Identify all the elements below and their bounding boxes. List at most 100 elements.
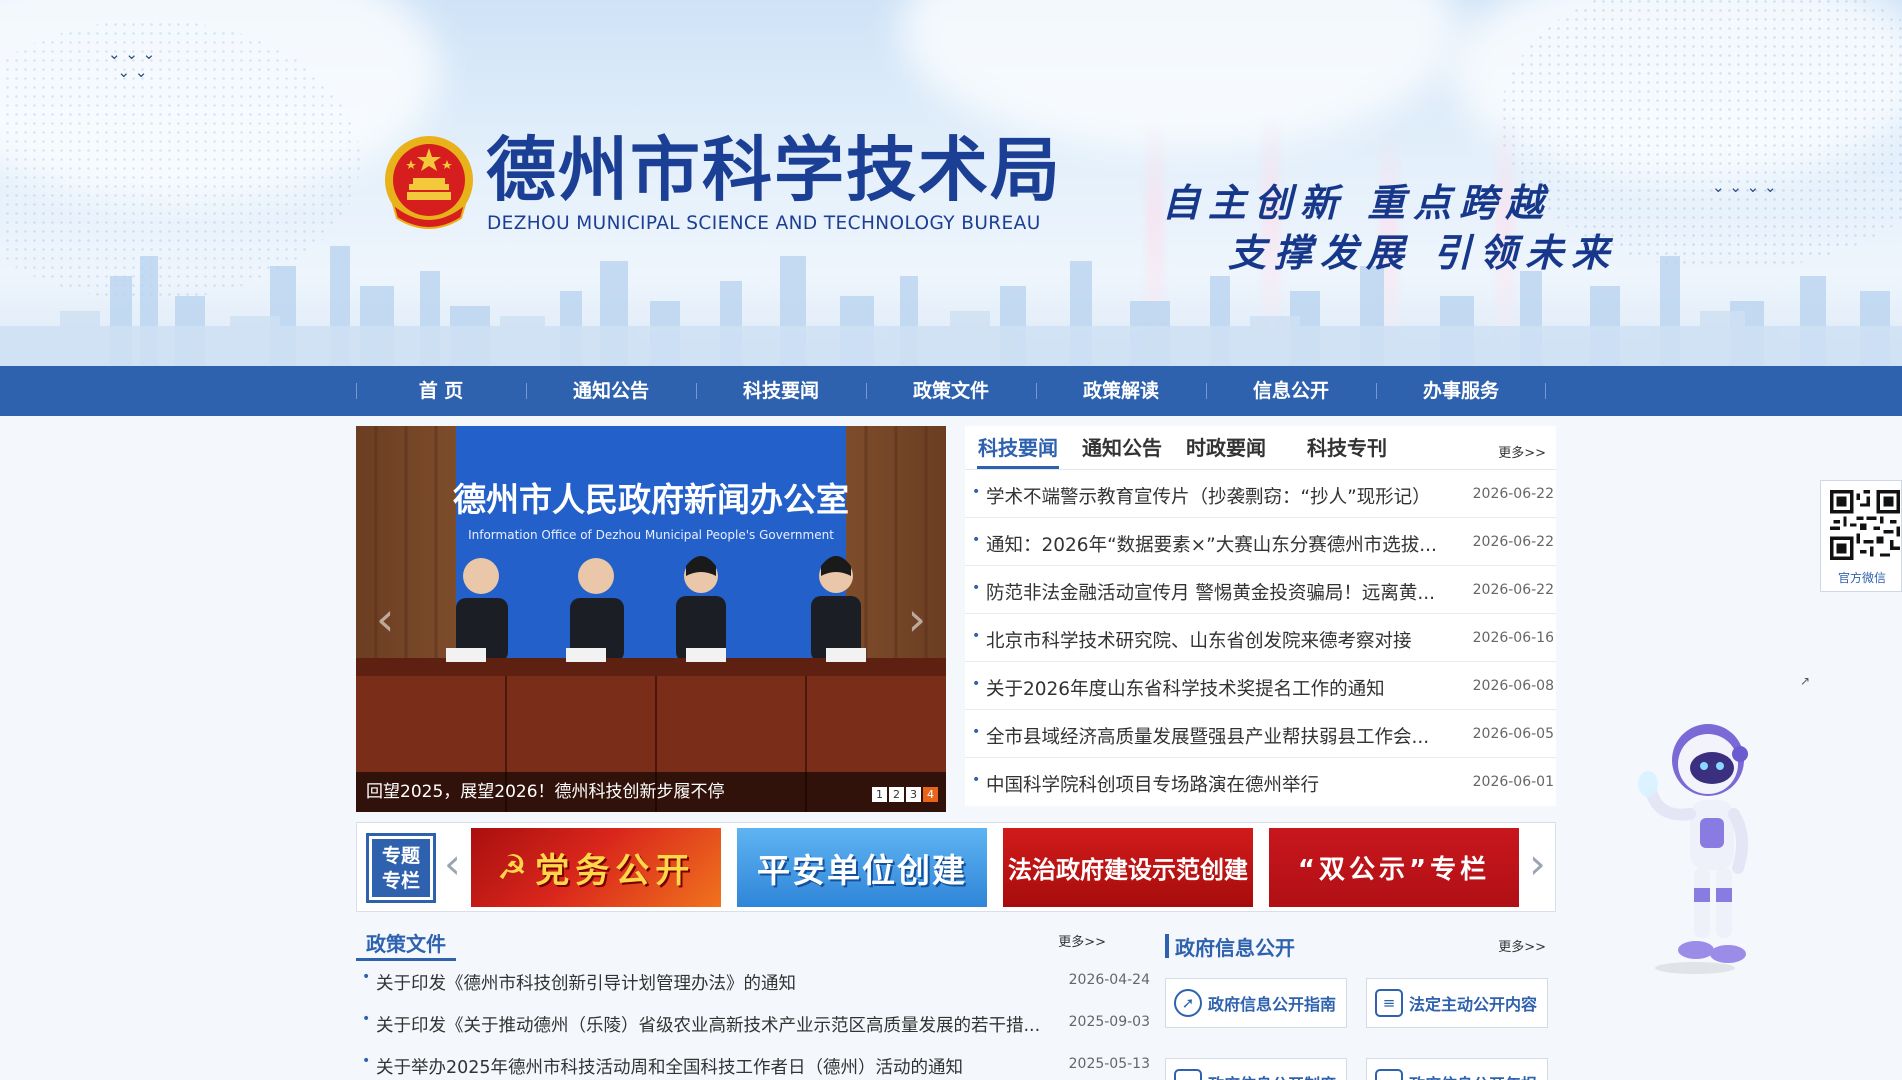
- wechat-qr-float[interactable]: 官方微信: [1820, 480, 1902, 592]
- carousel-page-4[interactable]: 4: [923, 787, 938, 802]
- gov-info-title-bar: [1165, 934, 1169, 958]
- news-date: 2026-06-22: [1472, 582, 1554, 598]
- rule-of-law-label: 法治政府建设示范创建: [1008, 856, 1248, 884]
- bullet: •: [362, 1053, 371, 1069]
- party-affairs-banner[interactable]: ☭ 党务公开: [471, 828, 721, 907]
- gov-info-more-link[interactable]: 更多>>: [1498, 936, 1546, 955]
- news-tabs: 科技要闻 通知公告 时政要闻 科技专刊 更多>>: [965, 426, 1556, 470]
- statutory-disclosure-label: 法定主动公开内容: [1409, 995, 1538, 1014]
- policy-more-link[interactable]: 更多>>: [1058, 931, 1106, 950]
- gov-info-annual-report-button[interactable]: ≡ 政府信息公开年报: [1366, 1058, 1548, 1080]
- news-date: 2026-06-22: [1472, 534, 1554, 550]
- rule-of-law-banner[interactable]: 法治政府建设示范创建: [1003, 828, 1253, 907]
- policy-row[interactable]: • 关于印发《关于推动德州（乐陵）省级农业高新技术产业示范区高质量发展的若干措.…: [356, 1002, 1150, 1044]
- compass-icon: ➚: [1174, 989, 1202, 1017]
- nav-item-policy-interpretation[interactable]: 政策解读: [1036, 366, 1206, 416]
- news-row[interactable]: • 学术不端警示教育宣传片（抄袭剽窃：“抄人”现形记） 2026-06-22: [965, 470, 1556, 518]
- feature-next-arrow[interactable]: ›: [1529, 841, 1546, 887]
- report-icon: ≡: [1375, 1069, 1403, 1080]
- tab-tech-journal[interactable]: 科技专刊: [1307, 432, 1387, 461]
- news-title[interactable]: 学术不端警示教育宣传片（抄袭剽窃：“抄人”现形记）: [986, 483, 1474, 509]
- policy-row[interactable]: • 关于印发《德州市科技创新引导计划管理办法》的通知 2026-04-24: [356, 960, 1150, 1002]
- bullet: •: [972, 484, 981, 500]
- tab-notices[interactable]: 通知公告: [1082, 432, 1162, 461]
- photo-banner-subtitle: Information Office of Dezhou Municipal P…: [468, 528, 834, 542]
- policy-title[interactable]: 关于举办2025年德州市科技活动周和全国科技工作者日（德州）活动的通知: [376, 1054, 1076, 1079]
- feature-prev-arrow[interactable]: ‹: [444, 841, 461, 887]
- news-row[interactable]: • 中国科学院科创项目专场路演在德州举行 2026-06-01: [965, 758, 1556, 806]
- policy-date: 2025-05-13: [1068, 1056, 1150, 1072]
- nav-item-notices[interactable]: 通知公告: [526, 366, 696, 416]
- bullet: •: [972, 676, 981, 692]
- news-more-link[interactable]: 更多>>: [1498, 442, 1546, 461]
- gov-info-system-button[interactable]: ≡ 政府信息公开制度: [1165, 1058, 1347, 1080]
- gov-info-title: 政府信息公开: [1175, 936, 1295, 960]
- photo-banner-title: 德州市人民政府新闻办公室: [453, 480, 849, 519]
- bullet: •: [972, 580, 981, 596]
- statutory-disclosure-button[interactable]: ≡ 法定主动公开内容: [1366, 978, 1548, 1028]
- news-title[interactable]: 中国科学院科创项目专场路演在德州举行: [986, 771, 1474, 797]
- gov-info-guide-button[interactable]: ➚ 政府信息公开指南: [1165, 978, 1347, 1028]
- bullet: •: [972, 724, 981, 740]
- press-conference-photo: 德州市人民政府新闻办公室 Information Office of Dezho…: [356, 426, 946, 812]
- news-panel: 科技要闻 通知公告 时政要闻 科技专刊 更多>> • 学术不端警示教育宣传片（抄…: [965, 426, 1556, 806]
- news-row[interactable]: • 全市县域经济高质量发展暨强县产业帮扶弱县工作会... 2026-06-05: [965, 710, 1556, 758]
- special-topics-label-line1: 专题: [381, 845, 420, 867]
- nav-item-info-disclosure[interactable]: 信息公开: [1206, 366, 1376, 416]
- slogan-line-1: 自主创新 重点跨越: [1162, 180, 1552, 225]
- gov-info-annual-report-label: 政府信息公开年报: [1409, 1071, 1537, 1080]
- carousel-pagination: 1 2 3 4: [872, 787, 938, 802]
- policy-title[interactable]: 关于印发《关于推动德州（乐陵）省级农业高新技术产业示范区高质量发展的若干措...: [376, 1012, 1076, 1037]
- bullet: •: [972, 628, 981, 644]
- carousel-caption[interactable]: 回望2025，展望2026！德州科技创新步履不停: [356, 772, 946, 812]
- news-carousel[interactable]: 德州市人民政府新闻办公室 Information Office of Dezho…: [356, 426, 946, 812]
- policy-date: 2025-09-03: [1068, 1014, 1150, 1030]
- carousel-next-arrow[interactable]: ›: [908, 596, 926, 642]
- tab-tech-news[interactable]: 科技要闻: [978, 432, 1058, 461]
- news-date: 2026-06-05: [1472, 726, 1554, 742]
- news-date: 2026-06-08: [1472, 678, 1554, 694]
- bullet: •: [972, 772, 981, 788]
- nav-item-policy-docs[interactable]: 政策文件: [866, 366, 1036, 416]
- slogan-line-2: 支撑发展 引领未来: [1228, 230, 1618, 275]
- tab-political-news[interactable]: 时政要闻: [1186, 432, 1266, 461]
- carousel-page-1[interactable]: 1: [872, 787, 887, 802]
- special-topics-strip: 专题 专栏 ‹ ☭ 党务公开 平安单位创建 法治政府建设示范创建 “双公示”专栏…: [356, 822, 1556, 912]
- policy-section-title: 政策文件: [366, 932, 446, 956]
- news-row[interactable]: • 防范非法金融活动宣传月 警惕黄金投资骗局！远离黄... 2026-06-22: [965, 566, 1556, 614]
- policy-title[interactable]: 关于印发《德州市科技创新引导计划管理办法》的通知: [376, 970, 1076, 995]
- gov-info-section: 政府信息公开 更多>> ➚ 政府信息公开指南 ≡ 法定主动公开内容 ≡ 政府信息…: [1165, 922, 1556, 1080]
- news-row[interactable]: • 关于2026年度山东省科学技术奖提名工作的通知 2026-06-08: [965, 662, 1556, 710]
- birds-decoration-left: ⌄ ⌄ ⌄ ⌄ ⌄: [108, 45, 156, 81]
- robot-assistant-icon[interactable]: [1630, 718, 1760, 976]
- news-date: 2026-06-16: [1472, 630, 1554, 646]
- news-row[interactable]: • 北京市科学技术研究院、山东省创发院来德考察对接 2026-06-16: [965, 614, 1556, 662]
- carousel-page-3[interactable]: 3: [906, 787, 921, 802]
- site-subtitle: DEZHOU MUNICIPAL SCIENCE AND TECHNOLOGY …: [487, 213, 1041, 234]
- news-title[interactable]: 关于2026年度山东省科学技术奖提名工作的通知: [986, 675, 1474, 701]
- safe-unit-banner[interactable]: 平安单位创建: [737, 828, 987, 907]
- news-title[interactable]: 通知：2026年“数据要素×”大赛山东分赛德州市选拔...: [986, 531, 1474, 557]
- gov-info-system-label: 政府信息公开制度: [1208, 1071, 1336, 1080]
- float-close-icon[interactable]: ↗: [1800, 674, 1810, 688]
- national-emblem-icon: [385, 136, 473, 229]
- carousel-prev-arrow[interactable]: ‹: [376, 596, 394, 642]
- birds-decoration-right: ⌄ ⌄ ⌄ ⌄: [1712, 178, 1777, 196]
- nav-item-services[interactable]: 办事服务: [1376, 366, 1546, 416]
- news-title[interactable]: 全市县域经济高质量发展暨强县产业帮扶弱县工作会...: [986, 723, 1474, 749]
- nav-item-home[interactable]: 首 页: [356, 366, 526, 416]
- qr-label: 官方微信: [1837, 571, 1886, 585]
- news-title[interactable]: 防范非法金融活动宣传月 警惕黄金投资骗局！远离黄...: [986, 579, 1474, 605]
- qr-code-icon: [1830, 490, 1900, 560]
- policy-date: 2026-04-24: [1068, 972, 1150, 988]
- news-date: 2026-06-22: [1472, 486, 1554, 502]
- carousel-page-2[interactable]: 2: [889, 787, 904, 802]
- double-publicity-banner[interactable]: “双公示”专栏: [1269, 828, 1519, 907]
- news-date: 2026-06-01: [1472, 774, 1554, 790]
- nav-item-tech-news[interactable]: 科技要闻: [696, 366, 866, 416]
- news-title[interactable]: 北京市科学技术研究院、山东省创发院来德考察对接: [986, 627, 1474, 653]
- document-icon: ≡: [1174, 1069, 1202, 1080]
- policy-row[interactable]: • 关于举办2025年德州市科技活动周和全国科技工作者日（德州）活动的通知 20…: [356, 1044, 1150, 1080]
- header-banner: ⌄ ⌄ ⌄ ⌄ ⌄ ⌄ ⌄ ⌄ ⌄ 德州市科学技术局 DEZHOU MUNICI…: [0, 0, 1902, 366]
- news-row[interactable]: • 通知：2026年“数据要素×”大赛山东分赛德州市选拔... 2026-06-…: [965, 518, 1556, 566]
